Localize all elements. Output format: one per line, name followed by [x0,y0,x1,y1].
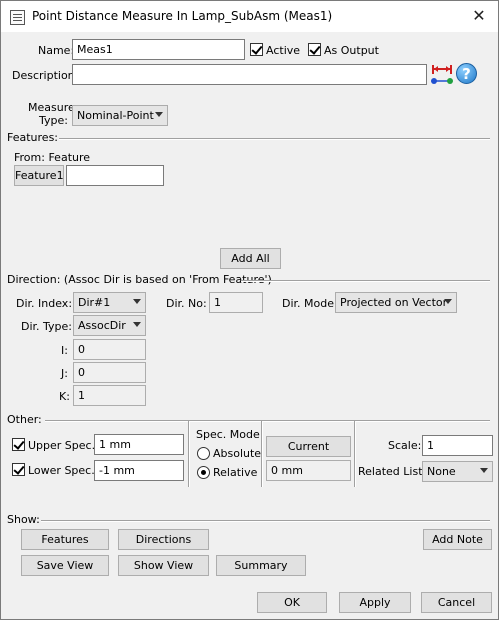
lower-spec-checkbox[interactable] [12,463,25,476]
upper-spec-label: Upper Spec.: [28,439,99,452]
absolute-radio[interactable] [197,447,210,460]
relative-label: Relative [213,466,258,479]
dir-mode-label: Dir. Mode: [282,297,338,310]
dir-mode-select[interactable]: Projected on Vector [335,292,457,313]
description-input[interactable] [72,64,427,85]
show-features-button[interactable]: Features [21,529,109,550]
i-label: I: [61,344,68,357]
show-divider [41,520,490,522]
as-output-checkbox[interactable] [308,43,321,56]
lower-spec-input[interactable]: -1 mm [94,460,184,481]
description-label: Description: [12,69,79,82]
dir-index-label: Dir. Index: [16,297,73,310]
measure-type-value: Nominal-Point [77,109,154,122]
other-section-label: Other: [7,413,42,426]
from-feature-label: From: Feature [14,151,91,164]
other-separator-1 [188,421,190,487]
current-button[interactable]: Current [266,436,351,457]
as-output-label: As Output [324,44,379,57]
dir-mode-value: Projected on Vector [340,296,448,309]
name-label: Name: [38,44,75,57]
upper-spec-input[interactable]: 1 mm [94,434,184,455]
other-separator-2 [261,421,263,487]
ok-button[interactable]: OK [257,592,327,613]
active-checkbox[interactable] [250,43,263,56]
feature-input[interactable] [66,165,164,186]
window-title: Point Distance Measure In Lamp_SubAsm (M… [32,9,333,23]
scale-label: Scale: [388,439,422,452]
title-bar: Point Distance Measure In Lamp_SubAsm (M… [1,1,498,32]
dir-index-value: Dir#1 [78,296,111,309]
dialog-window: Point Distance Measure In Lamp_SubAsm (M… [0,0,499,620]
cancel-button[interactable]: Cancel [421,592,492,613]
chevron-down-icon [480,468,488,473]
scale-input[interactable]: 1 [422,435,493,456]
related-list-label: Related List: [358,465,427,478]
chevron-down-icon [155,112,163,117]
chevron-down-icon [133,322,141,327]
active-label: Active [266,44,301,57]
apply-button[interactable]: Apply [339,592,411,613]
save-view-button[interactable]: Save View [21,555,109,576]
distance-measure-icon[interactable] [430,62,454,86]
chevron-down-icon [133,299,141,304]
dir-index-select[interactable]: Dir#1 [73,292,146,313]
name-input[interactable]: Meas1 [72,39,245,60]
summary-button[interactable]: Summary [216,555,306,576]
app-icon [10,10,25,25]
other-divider [45,420,490,422]
dir-type-value: AssocDir [78,319,126,332]
show-view-button[interactable]: Show View [118,555,209,576]
feature1-button[interactable]: Feature1 [14,165,64,186]
lower-spec-label: Lower Spec.: [28,464,99,477]
relative-radio[interactable] [197,466,210,479]
current-value-field: 0 mm [266,460,351,481]
measure-type-label-line2: Type: [39,114,68,127]
chevron-down-icon [444,299,452,304]
other-separator-3 [354,421,356,487]
features-section-label: Features: [7,131,59,144]
measure-type-label-line1: Measure [28,101,75,114]
add-note-button[interactable]: Add Note [423,529,492,550]
close-icon[interactable]: ✕ [468,6,490,26]
related-list-select[interactable]: None [422,461,493,482]
help-icon[interactable]: ? [456,63,477,84]
add-all-button[interactable]: Add All [220,248,281,269]
j-label: J: [61,367,68,380]
spec-mode-label: Spec. Mode: [196,428,264,441]
dir-type-label: Dir. Type: [21,320,73,333]
related-list-value: None [427,465,456,478]
measure-type-select[interactable]: Nominal-Point [72,105,168,126]
direction-section-label: Direction: (Assoc Dir is based on 'From … [7,273,272,286]
features-divider [59,138,490,140]
upper-spec-checkbox[interactable] [12,438,25,451]
j-field: 0 [73,362,146,383]
absolute-label: Absolute [213,447,262,460]
show-directions-button[interactable]: Directions [118,529,209,550]
dir-no-field: 1 [209,292,263,313]
direction-divider [241,280,490,282]
show-section-label: Show: [7,513,40,526]
k-label: K: [59,390,70,403]
i-field: 0 [73,339,146,360]
k-field: 1 [73,385,146,406]
dir-type-select[interactable]: AssocDir [73,315,146,336]
dir-no-label: Dir. No: [166,297,207,310]
